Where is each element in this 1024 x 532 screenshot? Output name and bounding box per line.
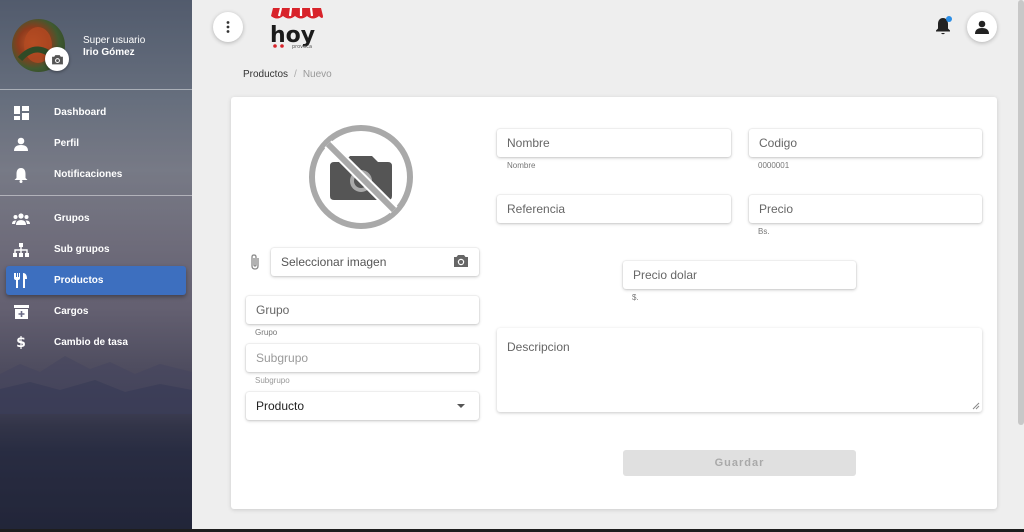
- user-block: Super usuario Irio Gómez: [0, 0, 192, 90]
- image-select-label: Seleccionar imagen: [281, 255, 387, 269]
- sidebar-item-label: Cambio de tasa: [54, 337, 128, 348]
- brand-logo[interactable]: hoy provoca: [268, 4, 328, 50]
- subgrupo-hint: Subgrupo: [255, 376, 290, 385]
- sidebar-item-dashboard[interactable]: Dashboard: [6, 98, 186, 127]
- more-vertical-icon: [226, 21, 230, 33]
- sidebar: Super usuario Irio Gómez Dashboard Perfi…: [0, 0, 192, 532]
- change-avatar-camera-icon[interactable]: [45, 47, 69, 71]
- sidebar-group-catalog: Grupos Sub grupos Productos Cargos $ Cam…: [0, 196, 192, 363]
- precio-dolar-hint: $.: [632, 293, 639, 302]
- person-icon: [12, 135, 30, 153]
- dollar-icon: $: [16, 334, 26, 351]
- more-menu-button[interactable]: [213, 12, 243, 42]
- sidebar-item-sub-grupos[interactable]: Sub grupos: [6, 235, 186, 264]
- codigo-field[interactable]: Codigo: [749, 129, 982, 157]
- account-button[interactable]: [967, 12, 997, 42]
- sidebar-item-label: Productos: [54, 275, 104, 286]
- precio-field[interactable]: Precio: [749, 195, 982, 223]
- sidebar-item-grupos[interactable]: Grupos: [6, 204, 186, 233]
- user-name: Irio Gómez: [83, 47, 135, 58]
- sidebar-item-cargos[interactable]: Cargos: [6, 297, 186, 326]
- archive-plus-icon: [12, 303, 30, 321]
- descripcion-label: Descripcion: [507, 340, 570, 354]
- sidebar-item-label: Grupos: [54, 213, 90, 224]
- subgrupo-label: Subgrupo: [256, 351, 309, 365]
- breadcrumb-current: Nuevo: [302, 69, 332, 80]
- precio-hint: Bs.: [758, 227, 770, 236]
- image-select-input[interactable]: Seleccionar imagen: [271, 248, 479, 276]
- resize-handle-icon[interactable]: [972, 402, 980, 410]
- bell-icon: [12, 166, 30, 184]
- grupo-label: Grupo: [256, 303, 290, 317]
- notification-dot: [946, 16, 952, 22]
- chevron-down-icon[interactable]: [457, 404, 465, 408]
- save-button[interactable]: Guardar: [623, 450, 856, 476]
- codigo-hint: 0000001: [758, 161, 790, 170]
- sidebar-item-productos[interactable]: Productos: [6, 266, 186, 295]
- precio-label: Precio: [759, 202, 794, 216]
- precio-dolar-field[interactable]: Precio dolar: [623, 261, 856, 289]
- nombre-hint: Nombre: [507, 161, 536, 170]
- referencia-field[interactable]: Referencia: [497, 195, 731, 223]
- utensils-icon: [12, 272, 30, 290]
- sidebar-item-label: Sub grupos: [54, 244, 110, 255]
- logo-subtext: provoca: [292, 44, 312, 50]
- sidebar-item-label: Dashboard: [54, 107, 107, 118]
- user-role: Super usuario: [83, 35, 146, 46]
- tipo-select[interactable]: Producto: [246, 392, 479, 420]
- camera-icon[interactable]: [453, 254, 469, 268]
- dashboard-icon: [12, 104, 30, 122]
- person-icon: [975, 20, 989, 34]
- sitemap-icon: [12, 241, 30, 259]
- sidebar-item-perfil[interactable]: Perfil: [6, 129, 186, 158]
- nombre-field[interactable]: Nombre: [497, 129, 731, 157]
- scrollbar[interactable]: [1018, 0, 1024, 425]
- sidebar-group-main: Dashboard Perfil Notificaciones: [0, 90, 192, 196]
- breadcrumb-separator: /: [294, 69, 297, 80]
- tipo-value: Producto: [256, 399, 305, 413]
- referencia-label: Referencia: [507, 202, 566, 216]
- codigo-label: Codigo: [759, 136, 798, 150]
- subgrupo-select[interactable]: Subgrupo: [246, 344, 479, 372]
- breadcrumb-parent[interactable]: Productos: [243, 69, 288, 80]
- grupo-select[interactable]: Grupo: [246, 296, 479, 324]
- breadcrumb: Productos / Nuevo: [243, 69, 332, 80]
- sidebar-item-cambio-de-tasa[interactable]: $ Cambio de tasa: [6, 328, 186, 357]
- nombre-label: Nombre: [507, 136, 550, 150]
- sidebar-item-notificaciones[interactable]: Notificaciones: [6, 160, 186, 189]
- no-image-camera-icon: [309, 125, 413, 229]
- descripcion-textarea[interactable]: Descripcion: [497, 328, 982, 412]
- precio-dolar-label: Precio dolar: [633, 268, 698, 282]
- groups-icon: [12, 210, 30, 228]
- sidebar-item-label: Cargos: [54, 306, 89, 317]
- sidebar-item-label: Perfil: [54, 138, 80, 149]
- attachment-clip-icon[interactable]: [247, 253, 263, 271]
- sidebar-item-label: Notificaciones: [54, 169, 123, 180]
- grupo-hint: Grupo: [255, 328, 278, 337]
